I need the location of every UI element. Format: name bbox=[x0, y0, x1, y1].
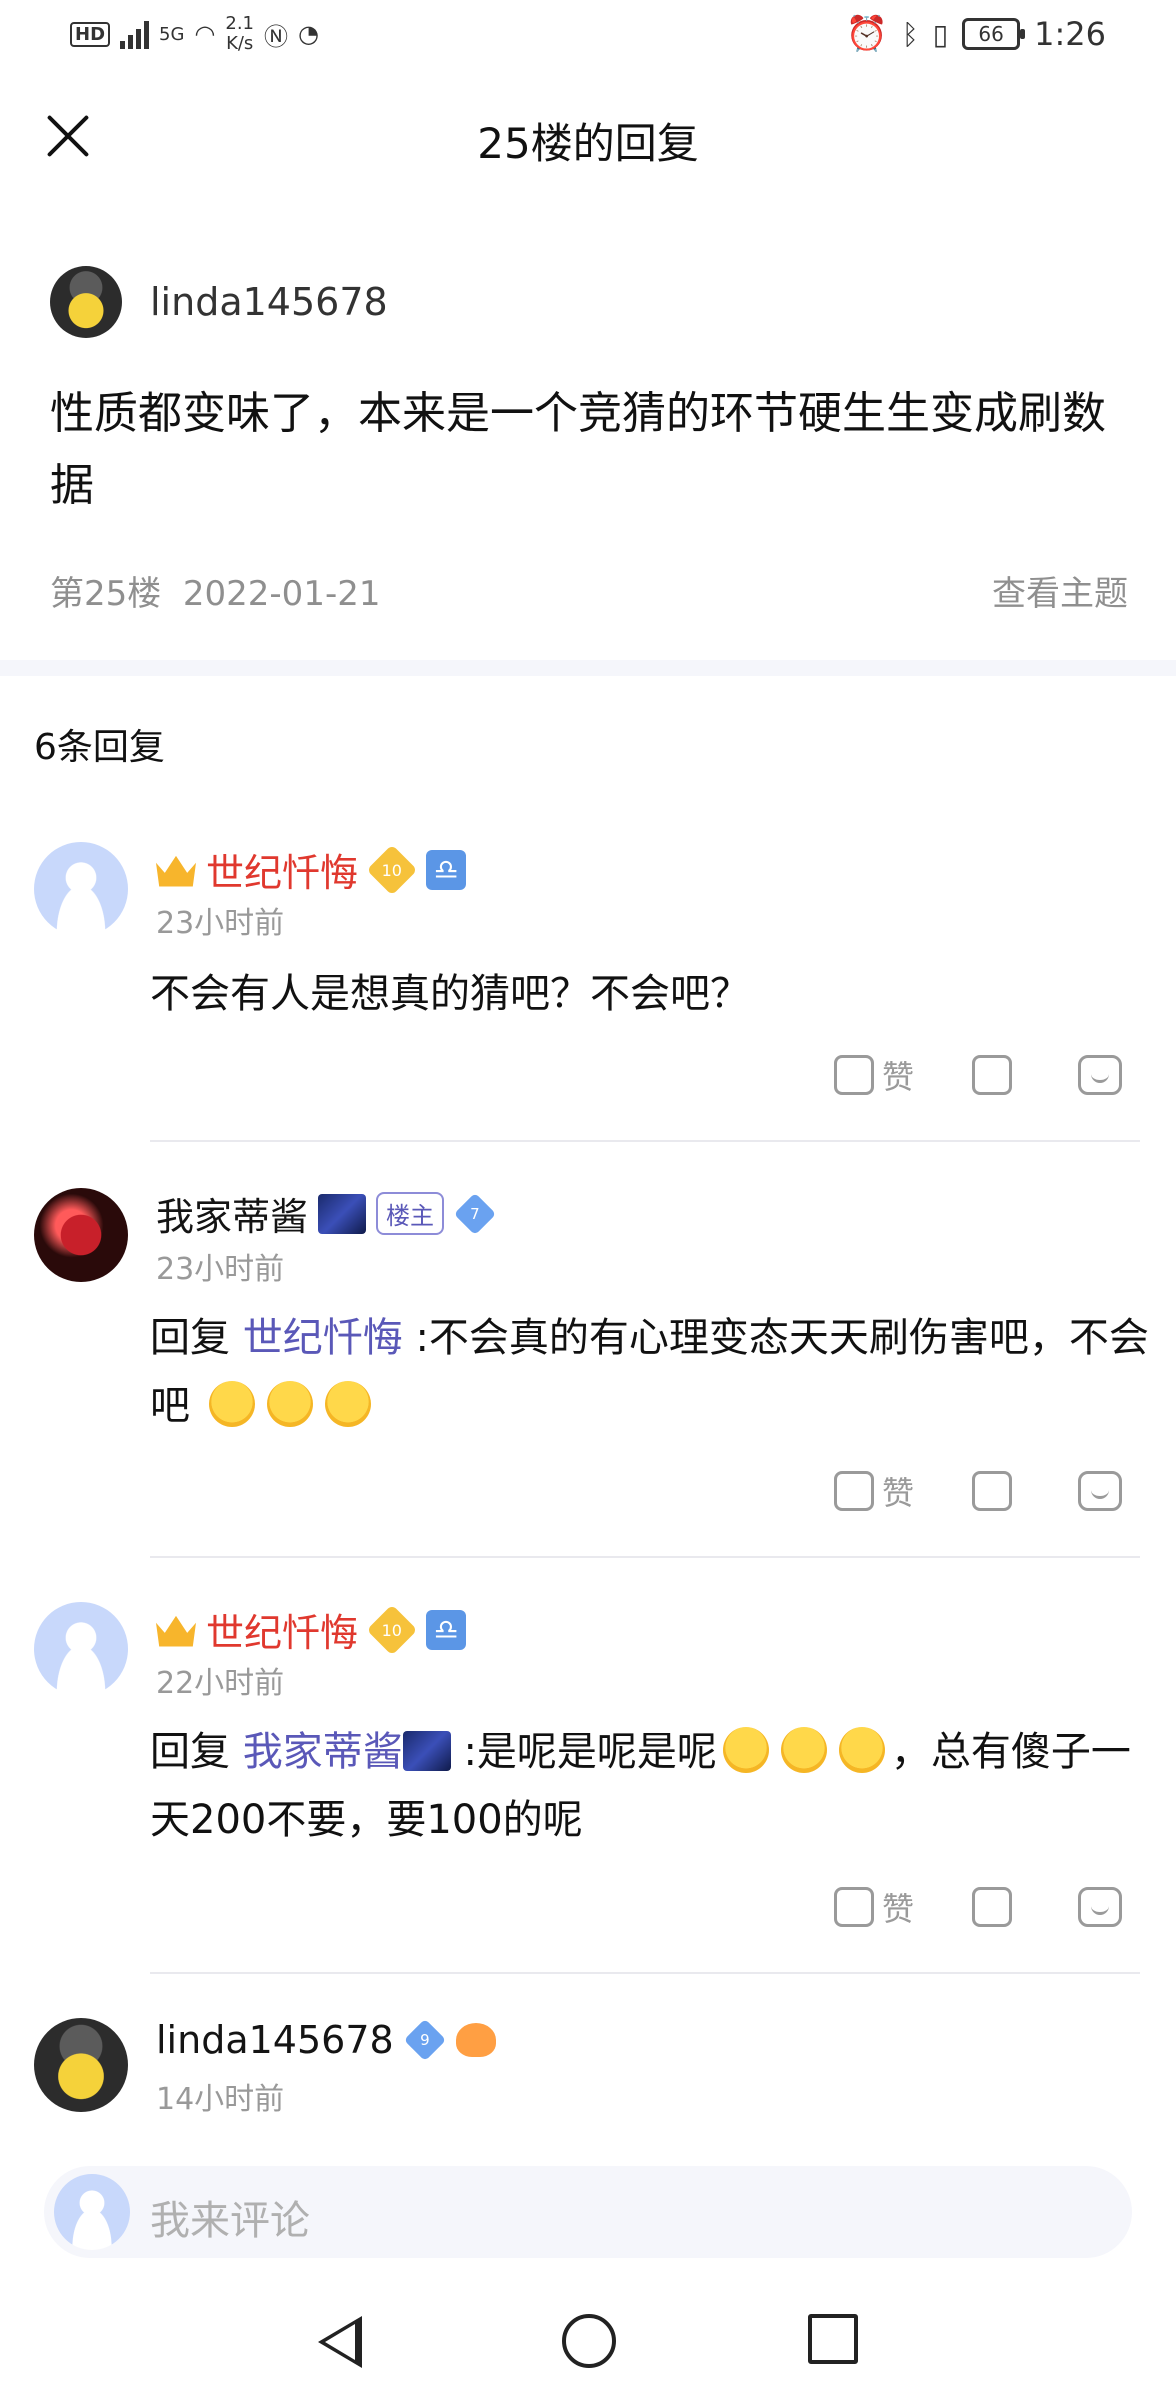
libra-icon: ♎ bbox=[426, 849, 467, 890]
hug-emoji-icon bbox=[780, 1727, 827, 1773]
crown-icon bbox=[156, 855, 196, 887]
bluetooth-icon: ᛒ bbox=[901, 17, 919, 51]
thumbs-up-icon bbox=[834, 1471, 874, 1511]
reply-user-row: 世纪忏悔 10 ♎ bbox=[156, 842, 467, 897]
reply-to-link[interactable]: 世纪忏悔 bbox=[243, 1315, 403, 1361]
reply-user-row: 世纪忏悔 10 ♎ bbox=[156, 1602, 467, 1657]
comment-icon bbox=[1078, 1471, 1123, 1511]
hug-emoji-icon bbox=[722, 1727, 769, 1773]
thumbs-up-icon bbox=[834, 1055, 874, 1095]
heart-emoji-icon bbox=[455, 2023, 496, 2057]
hug-emoji-icon bbox=[324, 1381, 371, 1427]
dislike-button[interactable] bbox=[972, 1887, 1013, 1927]
reply-divider bbox=[150, 1140, 1140, 1142]
section-divider bbox=[0, 660, 1176, 676]
thumbs-up-icon bbox=[834, 1887, 874, 1927]
wifi-icon: ◠ bbox=[194, 20, 216, 48]
network-type: 5G bbox=[159, 23, 185, 45]
comment-icon bbox=[1078, 1055, 1123, 1095]
network-speed: 2.1 K/s bbox=[225, 13, 255, 54]
post-content: 性质都变味了，本来是一个竞猜的环节硬生生变成刷数据 bbox=[50, 388, 1106, 511]
thumbs-down-icon bbox=[972, 1887, 1013, 1927]
level-badge: 9 bbox=[403, 2018, 446, 2062]
post-avatar[interactable] bbox=[50, 266, 122, 338]
comment-button[interactable] bbox=[1078, 1887, 1123, 1927]
like-button[interactable]: 赞 bbox=[834, 1052, 914, 1098]
vibrate-icon: ▯ bbox=[932, 17, 949, 51]
libra-icon: ♎ bbox=[426, 1609, 467, 1650]
galaxy-emoji-icon bbox=[318, 1193, 367, 1234]
back-icon-inner bbox=[325, 2324, 355, 2360]
reply-time: 22小时前 bbox=[156, 1666, 285, 1701]
thumbs-down-icon bbox=[972, 1055, 1013, 1095]
reply-avatar[interactable] bbox=[34, 1188, 128, 1282]
nfc-icon: Ⓝ bbox=[264, 22, 289, 51]
status-bar: HD 5G ◠ 2.1 K/s Ⓝ ◔ ⏰ ᛒ ▯ 66 1:26 bbox=[0, 0, 1176, 72]
alarm-icon: ⏰ bbox=[845, 14, 888, 54]
clock: 1:26 bbox=[1034, 15, 1106, 53]
level-badge: 10 bbox=[366, 1604, 418, 1655]
host-badge: 楼主 bbox=[376, 1192, 445, 1235]
reply-divider bbox=[150, 1972, 1140, 1974]
hug-emoji-icon bbox=[266, 1381, 313, 1427]
reply-avatar[interactable] bbox=[34, 2018, 128, 2112]
crown-icon bbox=[156, 1615, 196, 1647]
reply-username[interactable]: 世纪忏悔 bbox=[206, 842, 358, 897]
reply-text: 回复 我家蒂酱 :是呢是呢是呢 ，总有傻子一天200不要，要100的呢 bbox=[150, 1727, 1131, 1843]
galaxy-emoji-icon bbox=[402, 1731, 451, 1771]
post-meta: 第25楼 2022-01-21 bbox=[50, 566, 380, 615]
hd-icon: HD bbox=[70, 21, 111, 47]
reply-user-row: linda145678 9 bbox=[156, 2018, 496, 2062]
status-bar-left: HD 5G ◠ 2.1 K/s Ⓝ ◔ bbox=[70, 14, 319, 54]
close-icon[interactable] bbox=[44, 112, 92, 160]
reply-text: 回复 世纪忏悔 :不会真的有心理变态天天刷伤害吧，不会吧 bbox=[150, 1315, 1149, 1429]
reply-actions: 赞 bbox=[834, 1884, 1123, 1930]
battery-icon: 66 bbox=[962, 18, 1026, 50]
thumbs-down-icon bbox=[972, 1471, 1013, 1511]
reply-divider bbox=[150, 1556, 1140, 1558]
hug-emoji-icon bbox=[838, 1727, 885, 1773]
reply-to-link[interactable]: 我家蒂酱 bbox=[243, 1729, 451, 1775]
timer-icon: ◔ bbox=[298, 20, 319, 48]
reply-time: 23小时前 bbox=[156, 906, 285, 941]
reply-username[interactable]: 世纪忏悔 bbox=[206, 1602, 358, 1657]
comment-icon bbox=[1078, 1887, 1123, 1927]
post-date: 2022-01-21 bbox=[182, 574, 381, 614]
like-button[interactable]: 赞 bbox=[834, 1884, 914, 1930]
reply-actions: 赞 bbox=[834, 1468, 1123, 1514]
home-icon[interactable] bbox=[562, 2314, 616, 2368]
reply-count: 6条回复 bbox=[34, 727, 165, 768]
view-topic-link[interactable]: 查看主题 bbox=[992, 566, 1128, 615]
post-floor: 第25楼 bbox=[50, 574, 162, 614]
reply-username[interactable]: 我家蒂酱 bbox=[156, 1186, 308, 1241]
dislike-button[interactable] bbox=[972, 1055, 1013, 1095]
level-badge: 10 bbox=[366, 844, 418, 895]
reply-avatar[interactable] bbox=[34, 1602, 128, 1696]
comment-input[interactable]: 我来评论 bbox=[150, 2188, 310, 2246]
status-bar-right: ⏰ ᛒ ▯ 66 1:26 bbox=[846, 14, 1106, 54]
hug-emoji-icon bbox=[208, 1381, 255, 1427]
page-title: 25楼的回复 bbox=[477, 119, 699, 168]
reply-avatar[interactable] bbox=[34, 842, 128, 936]
reply-time: 23小时前 bbox=[156, 1252, 285, 1287]
comment-button[interactable] bbox=[1078, 1471, 1123, 1511]
dislike-button[interactable] bbox=[972, 1471, 1013, 1511]
post-username[interactable]: linda145678 bbox=[150, 280, 388, 324]
reply-text: 不会有人是想真的猜吧？不会吧？ bbox=[150, 971, 750, 1017]
reply-user-row: 我家蒂酱 楼主 7 bbox=[156, 1186, 497, 1241]
reply-time: 14小时前 bbox=[156, 2082, 285, 2117]
comment-button[interactable] bbox=[1078, 1055, 1123, 1095]
reply-actions: 赞 bbox=[834, 1052, 1123, 1098]
like-button[interactable]: 赞 bbox=[834, 1468, 914, 1514]
signal-icon bbox=[120, 19, 150, 49]
reply-username[interactable]: linda145678 bbox=[156, 2018, 394, 2062]
level-badge: 7 bbox=[453, 1192, 497, 1235]
comment-avatar bbox=[54, 2174, 130, 2250]
recent-apps-icon[interactable] bbox=[808, 2314, 858, 2364]
